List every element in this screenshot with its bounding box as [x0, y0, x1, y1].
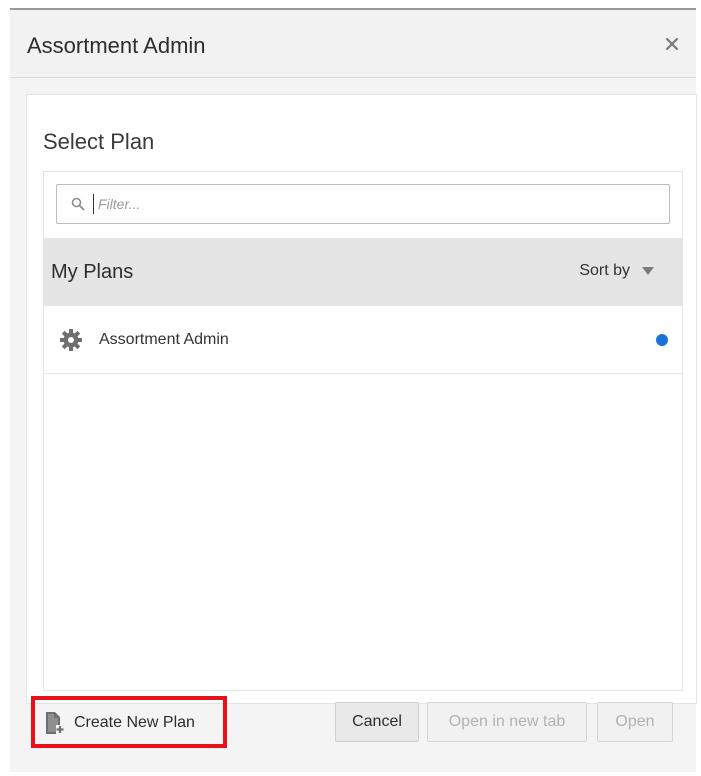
assortment-admin-dialog: Assortment Admin Select Plan My Plans	[10, 8, 697, 772]
search-icon	[67, 193, 89, 215]
close-icon	[665, 37, 679, 51]
create-new-plan-label: Create New Plan	[74, 714, 195, 731]
new-document-icon	[44, 711, 66, 735]
open-button[interactable]: Open	[597, 702, 673, 742]
select-plan-panel: Select Plan My Plans Sort by	[26, 94, 697, 704]
close-button[interactable]	[660, 32, 684, 56]
group-title: My Plans	[51, 261, 134, 283]
dialog-title: Assortment Admin	[27, 33, 206, 58]
caret-down-icon	[642, 267, 654, 275]
list-item[interactable]: Assortment Admin	[44, 306, 682, 374]
my-plans-header: My Plans Sort by	[44, 238, 682, 306]
filter-field[interactable]	[56, 184, 670, 224]
gear-icon	[59, 328, 83, 352]
list-item-label: Assortment Admin	[99, 331, 229, 348]
open-in-new-tab-button[interactable]: Open in new tab	[427, 702, 587, 742]
plan-list: My Plans Sort by	[43, 171, 683, 691]
status-indicator	[656, 334, 668, 346]
sort-by-dropdown[interactable]: Sort by	[579, 262, 654, 280]
cancel-button[interactable]: Cancel	[335, 702, 419, 742]
create-new-plan-button[interactable]: Create New Plan	[44, 708, 195, 738]
panel-title: Select Plan	[43, 129, 155, 154]
filter-input[interactable]	[93, 194, 660, 214]
sort-by-label: Sort by	[579, 262, 630, 279]
dialog-header: Assortment Admin	[10, 10, 696, 78]
